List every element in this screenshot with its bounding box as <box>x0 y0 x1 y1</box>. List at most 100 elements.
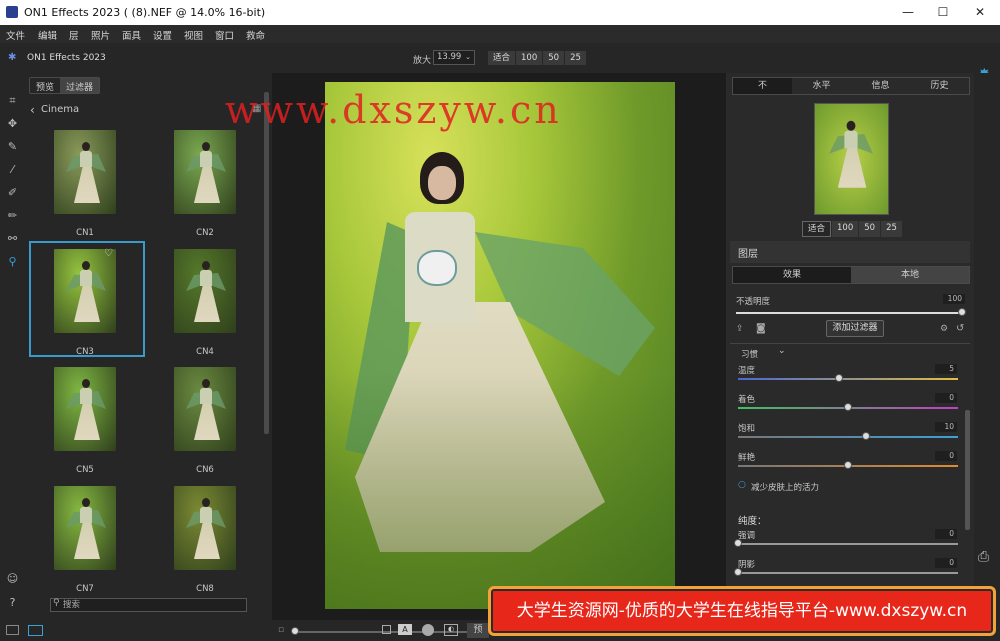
slider-value[interactable]: 10 <box>935 422 957 432</box>
menu-help[interactable]: 救命 <box>246 28 265 42</box>
auto-icon[interactable]: A <box>398 624 412 635</box>
retouch-icon[interactable]: ✏ <box>5 208 20 223</box>
menu-view[interactable]: 视图 <box>184 28 203 42</box>
tab-info[interactable]: 信息 <box>851 78 910 94</box>
zoom-100[interactable]: 100 <box>516 51 543 65</box>
browser-scrollbar[interactable] <box>264 92 269 434</box>
category-title: Cinema <box>41 104 80 115</box>
tab-level[interactable]: 水平 <box>792 78 851 94</box>
zoom-fit[interactable]: 适合 <box>488 51 516 65</box>
navigator-thumbnail[interactable] <box>814 103 889 215</box>
slider-track[interactable] <box>738 543 958 545</box>
menu-window[interactable]: 窗口 <box>215 28 234 42</box>
tab-effects[interactable]: 效果 <box>733 267 851 283</box>
brush-icon[interactable]: ✎ <box>5 139 20 154</box>
filter-thumb[interactable] <box>174 130 236 214</box>
layers-header <box>730 241 970 263</box>
slider-track[interactable] <box>738 436 958 438</box>
import-icon[interactable]: ⇪ <box>736 324 744 334</box>
nav-zoom-100[interactable]: 100 <box>832 221 859 237</box>
slider-knob[interactable] <box>734 568 742 576</box>
heart-icon[interactable]: ♡ <box>104 248 113 259</box>
zoom-50[interactable]: 50 <box>543 51 565 65</box>
slider-value[interactable]: 5 <box>935 364 957 374</box>
slider-track[interactable] <box>738 378 958 380</box>
compare-view-icon[interactable] <box>28 625 43 636</box>
move-icon[interactable]: ✥ <box>5 116 20 131</box>
nav-zoom-fit[interactable]: 适合 <box>802 221 832 237</box>
settings-icon[interactable]: ⚙ <box>940 324 948 334</box>
tab-preview[interactable]: 预览 <box>30 78 60 93</box>
circle-icon[interactable] <box>422 624 434 636</box>
print-icon[interactable]: ⎙ <box>978 549 989 565</box>
radio-icon[interactable]: ○ <box>738 480 746 490</box>
wand-icon[interactable]: ⁄ <box>5 162 20 177</box>
crop-icon[interactable]: ⌗ <box>5 93 20 108</box>
filter-thumb[interactable] <box>54 486 116 570</box>
slider-knob[interactable] <box>734 539 742 547</box>
tab-local[interactable]: 本地 <box>851 267 969 283</box>
zoom-25[interactable]: 25 <box>565 51 586 65</box>
filter-thumb-label: CN7 <box>76 584 94 594</box>
opacity-knob[interactable] <box>958 308 966 316</box>
nav-zoom-50[interactable]: 50 <box>859 221 881 237</box>
maximize-button[interactable]: ☐ <box>928 3 958 21</box>
clone-icon[interactable]: ⚯ <box>5 231 20 246</box>
filter-thumb[interactable] <box>174 249 236 333</box>
panel-scrollbar[interactable] <box>965 410 970 530</box>
thumb-size-knob[interactable] <box>291 627 299 635</box>
single-view-icon[interactable] <box>6 625 19 635</box>
slider-value[interactable]: 0 <box>935 529 957 539</box>
thumb-figure <box>66 379 106 443</box>
on1-logo-icon: ✱ <box>8 52 17 63</box>
slider-knob[interactable] <box>861 432 870 440</box>
thumb-figure <box>66 498 106 562</box>
help-icon[interactable]: ? <box>5 595 20 610</box>
menu-file[interactable]: 文件 <box>6 28 25 42</box>
close-button[interactable]: ✕ <box>965 3 995 21</box>
reset-icon[interactable]: ↺ <box>956 323 964 334</box>
user-icon[interactable]: ☺ <box>5 571 20 586</box>
chevron-down-icon[interactable]: ⌄ <box>778 346 786 356</box>
opacity-value[interactable]: 100 <box>943 294 965 304</box>
tab-filters[interactable]: 过滤器 <box>60 78 100 93</box>
tab-none[interactable]: 不 <box>733 78 792 94</box>
preview-button[interactable]: 预 <box>467 623 489 638</box>
mask-icon[interactable]: ◐ <box>444 624 458 636</box>
zoom-hand-icon[interactable]: ⚲ <box>5 254 20 269</box>
opacity-track[interactable] <box>736 312 962 314</box>
menu-mask[interactable]: 面具 <box>122 28 141 42</box>
mask-brush-icon[interactable]: ✐ <box>5 185 20 200</box>
zoom-select[interactable]: 13.99 ⌄ <box>433 50 475 65</box>
camera-icon[interactable]: ◙ <box>756 323 766 334</box>
tab-history[interactable]: 历史 <box>910 78 969 94</box>
minimize-button[interactable]: — <box>893 3 923 21</box>
add-filter-button[interactable]: 添加过滤器 <box>826 320 884 337</box>
main-photo[interactable] <box>325 82 675 609</box>
slider-knob[interactable] <box>844 461 852 469</box>
thumb-figure <box>186 142 226 206</box>
filter-thumb[interactable] <box>174 486 236 570</box>
menu-settings[interactable]: 设置 <box>153 28 172 42</box>
habit-label[interactable]: 习惯 <box>741 348 758 360</box>
search-input[interactable]: 搜索 <box>50 598 247 612</box>
slider-value[interactable]: 0 <box>935 558 957 568</box>
slider-value[interactable]: 0 <box>935 393 957 403</box>
filter-thumb[interactable] <box>54 367 116 451</box>
slider-value[interactable]: 0 <box>935 451 957 461</box>
slider-knob[interactable] <box>844 403 852 411</box>
small-thumb-icon[interactable]: ▫ <box>278 625 284 635</box>
reduce-skin-label[interactable]: 减少皮肤上的活力 <box>751 481 819 493</box>
menu-layer[interactable]: 层 <box>69 28 79 42</box>
back-chevron-icon[interactable]: ‹ <box>30 103 35 117</box>
slider-track[interactable] <box>738 572 958 574</box>
filter-thumb[interactable] <box>54 130 116 214</box>
top-toolbar: ✱ ON1 Effects 2023 放大 13.99 ⌄ 适合 100 50 2… <box>0 43 1000 73</box>
square-icon[interactable] <box>382 625 391 634</box>
menu-edit[interactable]: 编辑 <box>38 28 57 42</box>
filter-thumb[interactable] <box>174 367 236 451</box>
menu-photo[interactable]: 照片 <box>91 28 110 42</box>
nav-zoom-25[interactable]: 25 <box>881 221 902 237</box>
photo-fan <box>417 250 457 286</box>
opacity-label: 不透明度 <box>736 297 771 307</box>
